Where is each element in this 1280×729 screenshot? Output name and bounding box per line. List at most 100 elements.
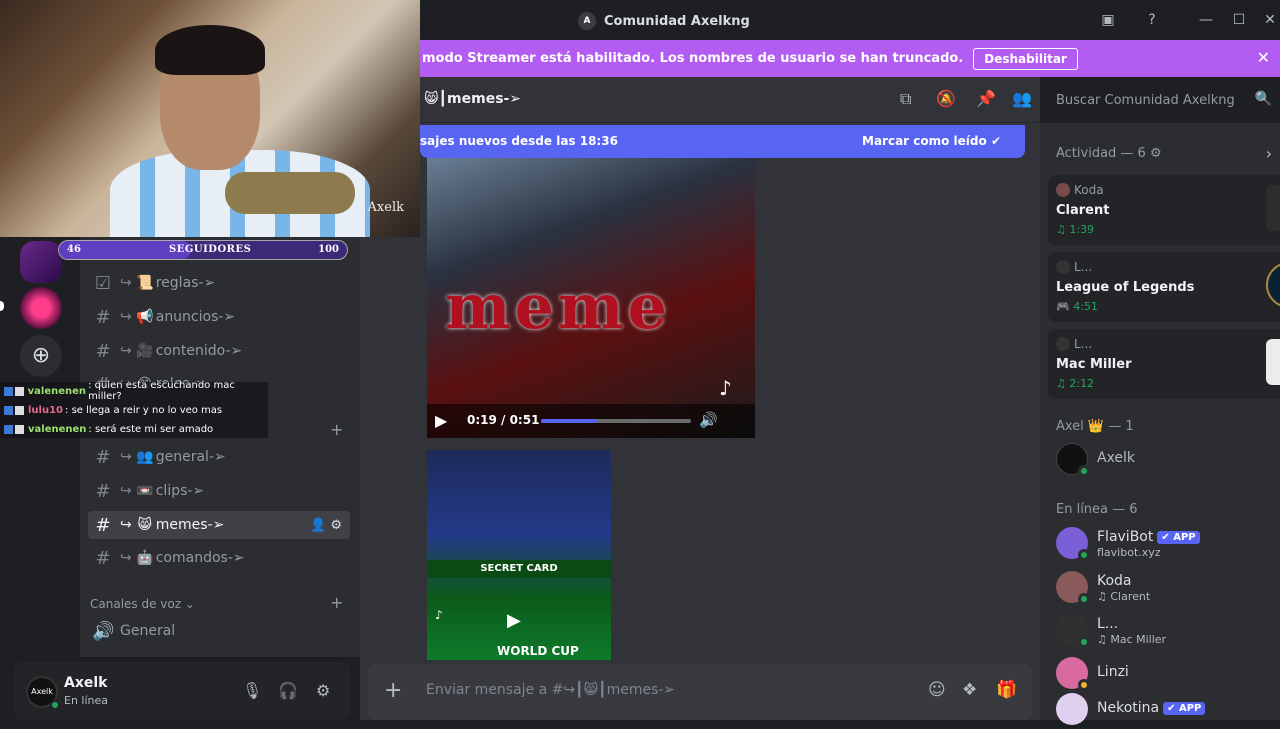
microphone-icon[interactable]: 🎙 bbox=[242, 681, 262, 700]
close-banner-icon[interactable]: ✕ bbox=[1257, 48, 1270, 67]
channel-title: 😸┃memes-➢ bbox=[424, 91, 522, 107]
activity-card[interactable]: L... Mac Miller ♫ 2:12 bbox=[1048, 329, 1280, 399]
new-messages-text: sajes nuevos desde las 18:36 bbox=[420, 134, 618, 148]
add-server-icon[interactable]: ⊕ bbox=[20, 335, 62, 377]
member-name: Linzi bbox=[1097, 664, 1129, 680]
channel-label: general-➢ bbox=[155, 449, 226, 465]
chat-user: lulu10 bbox=[28, 404, 64, 416]
arrow-icon: ↪ bbox=[120, 343, 132, 359]
channel-reglas[interactable]: ☑ ↪ 📜 reglas-➢ bbox=[88, 269, 350, 297]
settings-gear-icon[interactable]: ⚙ bbox=[330, 518, 342, 533]
inbox-icon[interactable]: ▣ bbox=[1098, 10, 1118, 30]
close-window-button[interactable]: ✕ bbox=[1260, 10, 1280, 30]
minimize-button[interactable]: — bbox=[1196, 10, 1216, 30]
maximize-button[interactable]: ☐ bbox=[1229, 10, 1249, 30]
username[interactable]: Axelk bbox=[64, 675, 107, 691]
channel-general[interactable]: # ↪ 👥 general-➢ bbox=[88, 443, 350, 471]
play-icon[interactable]: ▶ bbox=[507, 610, 521, 631]
window-title: A Comunidad Axelkng bbox=[578, 12, 750, 30]
arrow-icon: ↪ bbox=[120, 309, 132, 325]
settings-gear-icon[interactable]: ⚙ bbox=[316, 681, 330, 700]
channel-emoji: 👥 bbox=[136, 449, 154, 465]
online-header: En línea — 6 bbox=[1056, 502, 1138, 517]
video-attachment-meme[interactable]: meme ♪ ▶ 0:19 / 0:51 🔊 bbox=[427, 158, 755, 438]
chat-user: valenenen bbox=[28, 423, 87, 435]
video2-label: SECRET CARD bbox=[427, 560, 611, 578]
activity-detail: ♫ 1:39 bbox=[1056, 223, 1095, 236]
gift-icon[interactable]: 🎁 bbox=[996, 680, 1017, 700]
invite-icon[interactable]: 👤 bbox=[310, 518, 326, 533]
search-input[interactable]: Buscar Comunidad Axelkng 🔍 bbox=[1048, 86, 1278, 116]
apps-icon[interactable]: ❖ bbox=[962, 680, 977, 700]
badge-icon bbox=[15, 424, 24, 434]
online-status-dot bbox=[1078, 636, 1090, 648]
member-l[interactable]: L... ♫ Mac Miller bbox=[1056, 610, 1276, 650]
online-status-dot bbox=[50, 700, 60, 710]
voice-category-label: Canales de voz bbox=[90, 597, 182, 611]
play-icon[interactable]: ▶ bbox=[435, 411, 447, 430]
member-list-icon[interactable]: 👥 bbox=[1012, 89, 1032, 108]
channel-title-text: memes-➢ bbox=[447, 91, 522, 107]
message-input[interactable]: Enviar mensaje a #↪┃😸┃memes-➢ bbox=[426, 682, 675, 698]
add-channel-icon[interactable]: + bbox=[330, 420, 343, 439]
chevron-right-icon[interactable]: › bbox=[1266, 144, 1272, 163]
add-voice-channel-icon[interactable]: + bbox=[330, 593, 343, 612]
member-name: L... bbox=[1097, 616, 1119, 632]
volume-icon[interactable]: 🔊 bbox=[699, 411, 718, 429]
gear-icon[interactable]: ⚙ bbox=[1150, 146, 1162, 161]
channel-emoji: 🤖 bbox=[136, 550, 154, 566]
hash-icon: # bbox=[95, 306, 111, 328]
rules-icon: ☑ bbox=[94, 272, 112, 294]
arrow-icon: ↪ bbox=[120, 517, 132, 533]
new-messages-bar[interactable]: sajes nuevos desde las 18:36 Marcar como… bbox=[420, 125, 1025, 158]
member-linzi[interactable]: Linzi bbox=[1056, 653, 1276, 693]
activity-card[interactable]: L... League of Legends 🎮 4:51 bbox=[1048, 252, 1280, 322]
activity-card[interactable]: Koda Clarent ♫ 1:39 bbox=[1048, 175, 1280, 245]
chat-message: : se llega a reir y no lo veo mas bbox=[65, 404, 223, 416]
arrow-icon: ↪ bbox=[120, 483, 132, 499]
headphones-icon[interactable]: 🎧 bbox=[278, 681, 298, 700]
channel-label: contenido-➢ bbox=[155, 343, 243, 359]
server-icon-axelkng[interactable] bbox=[20, 241, 62, 283]
activity-header: Actividad — 6 ⚙ bbox=[1056, 146, 1162, 161]
mute-bell-icon[interactable]: 🔕 bbox=[936, 89, 956, 108]
activity-detail: ♫ 2:12 bbox=[1056, 377, 1095, 390]
member-nekotina[interactable]: Nekotina ✔ APP bbox=[1056, 689, 1276, 729]
attach-plus-icon[interactable]: + bbox=[384, 678, 402, 703]
member-koda[interactable]: Koda ♫ Clarent bbox=[1056, 567, 1276, 607]
activity-title: Mac Miller bbox=[1056, 357, 1132, 372]
chevron-down-icon: ⌄ bbox=[184, 597, 195, 611]
member-flavibot[interactable]: FlaviBot ✔ APP flavibot.xyz bbox=[1056, 523, 1276, 563]
member-name-text: Nekotina bbox=[1097, 700, 1160, 716]
member-status: flavibot.xyz bbox=[1097, 546, 1161, 559]
pin-icon[interactable]: 📌 bbox=[976, 89, 996, 108]
follower-label: SEGUIDORES bbox=[169, 244, 252, 255]
voice-category[interactable]: Canales de voz ⌄ bbox=[90, 597, 195, 611]
member-list: Actividad — 6 ⚙ › Koda Clarent ♫ 1:39 L.… bbox=[1040, 123, 1280, 725]
channel-clips[interactable]: # ↪ 📼 clips-➢ bbox=[88, 477, 350, 505]
channel-memes-active[interactable]: # ↪ 😸 memes-➢ 👤 ⚙ bbox=[88, 511, 350, 539]
member-axelk[interactable]: Axelk bbox=[1056, 439, 1276, 479]
follower-count: 46 bbox=[67, 244, 81, 255]
member-status: ♫ Mac Miller bbox=[1097, 633, 1167, 646]
video-attachment-worldcup[interactable]: SECRET CARD ▶ ♪ WORLD CUP bbox=[427, 450, 611, 660]
voice-channel-general[interactable]: 🔊 General bbox=[88, 617, 350, 645]
activity-detail: 🎮 4:51 bbox=[1056, 300, 1098, 313]
server-icon-pink[interactable] bbox=[20, 287, 62, 329]
help-icon[interactable]: ? bbox=[1142, 10, 1162, 30]
channel-anuncios[interactable]: # ↪ 📢 anuncios-➢ bbox=[88, 303, 350, 331]
channel-contenido[interactable]: # ↪ 🎥 contenido-➢ bbox=[88, 337, 350, 365]
disable-streamer-button[interactable]: Deshabilitar bbox=[973, 47, 1078, 70]
video-progress-bar[interactable] bbox=[541, 419, 691, 423]
channel-emoji: 📼 bbox=[136, 483, 154, 499]
tiktok-logo-icon: ♪ bbox=[435, 608, 443, 622]
emoji-icon[interactable]: ☺ bbox=[928, 680, 946, 700]
mark-as-read-button[interactable]: Marcar como leído ✔ bbox=[862, 134, 1001, 148]
follower-goal-bar: 46 SEGUIDORES 100 bbox=[58, 240, 348, 260]
member-name-text: FlaviBot bbox=[1097, 529, 1154, 545]
server-rail: ⊕ bbox=[0, 237, 80, 720]
threads-icon[interactable]: ⧉ bbox=[900, 89, 911, 109]
channel-comandos[interactable]: # ↪ 🤖 comandos-➢ bbox=[88, 544, 350, 572]
message-composer: + Enviar mensaje a #↪┃😸┃memes-➢ ☺ ❖ 🎁 bbox=[368, 664, 1032, 720]
album-art bbox=[1266, 339, 1280, 385]
